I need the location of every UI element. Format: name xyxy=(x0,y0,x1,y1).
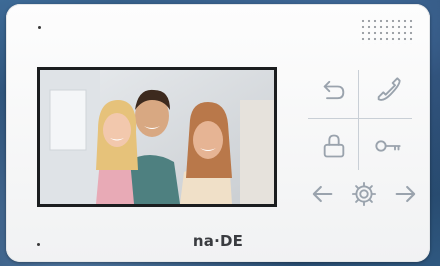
touch-control-panel xyxy=(306,66,426,216)
unlock-button[interactable] xyxy=(374,132,402,160)
key-icon xyxy=(375,140,401,152)
brand-logo: na·DE xyxy=(192,232,244,250)
speaker-grille xyxy=(360,18,414,44)
monitor-button[interactable] xyxy=(320,132,348,160)
panel-divider-horizontal xyxy=(308,118,412,119)
next-button[interactable] xyxy=(392,180,420,208)
handset-icon xyxy=(377,77,401,101)
arrow-left-icon xyxy=(312,185,333,203)
previous-button[interactable] xyxy=(308,180,336,208)
call-button[interactable] xyxy=(374,76,402,104)
video-screen xyxy=(37,67,277,207)
arrow-right-icon xyxy=(395,185,416,203)
intercom-monitor: na·DE xyxy=(6,4,430,262)
back-arrow-icon xyxy=(323,80,345,100)
settings-button[interactable] xyxy=(350,180,378,208)
indicator-dot xyxy=(38,26,41,29)
user-icon xyxy=(323,134,345,158)
gear-icon xyxy=(351,181,377,207)
panel-divider-vertical xyxy=(358,70,359,170)
back-button[interactable] xyxy=(320,76,348,104)
family-photo xyxy=(40,70,274,204)
